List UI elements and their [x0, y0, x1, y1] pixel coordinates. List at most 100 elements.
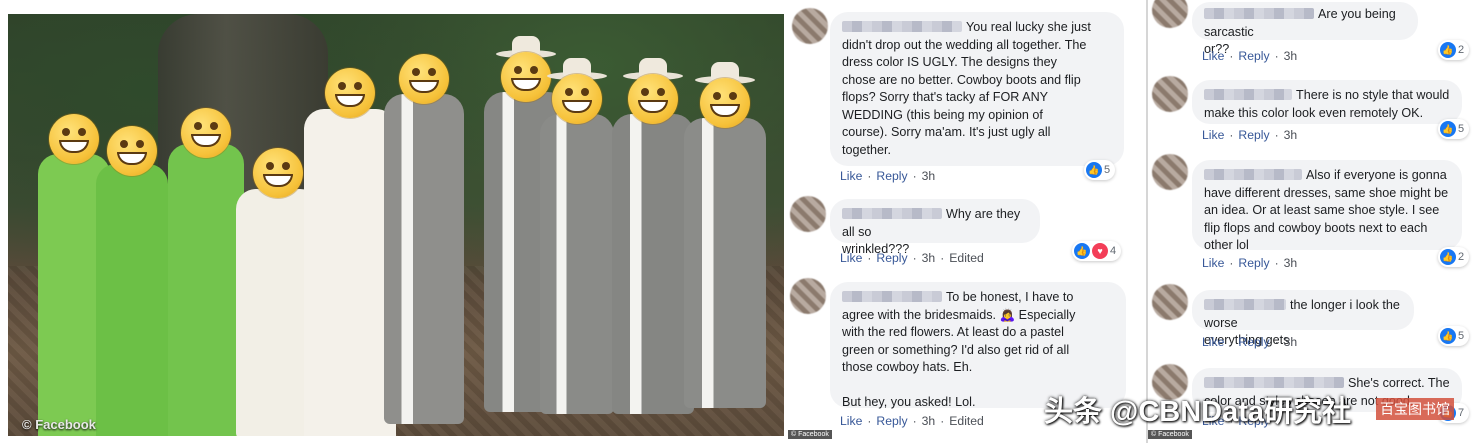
outfit	[684, 118, 766, 408]
outfit	[168, 144, 244, 436]
comment-actions: Like · Reply · 3h · Edited	[840, 414, 984, 428]
reply-link[interactable]: Reply	[1238, 335, 1269, 349]
reaction-count: 2	[1458, 44, 1465, 56]
grinning-emoji-icon	[700, 78, 750, 128]
facebook-credit: © Facebook	[1148, 430, 1192, 439]
reply-link[interactable]: Reply	[1238, 128, 1269, 142]
comment-time[interactable]: 3h	[1284, 256, 1298, 270]
reaction-summary[interactable]: 👍 5	[1084, 160, 1116, 180]
person-bridesmaid	[96, 14, 168, 436]
commenter-name-blurred[interactable]	[1204, 299, 1286, 310]
comment-text: Also if everyone is gonna have different…	[1204, 168, 1449, 252]
person-bridesmaid	[168, 14, 244, 436]
love-reaction-icon: ♥	[1092, 243, 1108, 259]
facebook-credit: © Facebook	[788, 430, 832, 439]
edited-label[interactable]: Edited	[949, 251, 984, 265]
comment-actions: Like · Reply · 3h	[840, 169, 936, 183]
reaction-summary[interactable]: 👍 2	[1438, 247, 1470, 267]
comment-time[interactable]: 3h	[922, 169, 936, 183]
like-reaction-icon: 👍	[1440, 121, 1456, 137]
comment-time[interactable]: 3h	[922, 251, 936, 265]
grinning-emoji-icon	[107, 126, 157, 176]
reaction-count: 4	[1110, 245, 1117, 257]
avatar[interactable]	[1152, 76, 1188, 112]
grinning-emoji-icon	[399, 54, 449, 104]
commenter-name-blurred[interactable]	[1204, 89, 1292, 100]
comment-time[interactable]: 3h	[1284, 128, 1298, 142]
comment-actions: Like · Reply · 3h	[1202, 49, 1298, 63]
grinning-emoji-icon	[253, 148, 303, 198]
comment-time[interactable]: 3h	[922, 414, 936, 428]
outfit	[540, 114, 614, 414]
like-link[interactable]: Like	[840, 169, 862, 183]
comment-time[interactable]: 3h	[1284, 335, 1298, 349]
comment-bubble: Also if everyone is gonna have different…	[1192, 160, 1462, 252]
like-reaction-icon: 👍	[1440, 42, 1456, 58]
avatar[interactable]	[1152, 154, 1188, 190]
comment-actions: Like · Reply · 3h	[1202, 256, 1298, 270]
comment-bubble: the longer i look the worse everything g…	[1192, 290, 1414, 347]
grinning-emoji-icon	[552, 74, 602, 124]
reaction-count: 5	[1458, 123, 1465, 135]
like-link[interactable]: Like	[1202, 335, 1224, 349]
like-reaction-icon: 👍	[1440, 249, 1456, 265]
reaction-summary[interactable]: 👍 ♥ 4	[1072, 241, 1122, 261]
comment-actions: Like · Reply · 3h	[1202, 335, 1298, 349]
comment-text: To be honest, I have to agree with the b…	[842, 290, 1076, 409]
wedding-photo: © Facebook	[8, 14, 784, 436]
reaction-count: 7	[1458, 407, 1465, 419]
comment-text: You real lucky she just didn't drop out …	[842, 20, 1091, 157]
reply-link[interactable]: Reply	[1238, 256, 1269, 270]
toutiao-watermark: 头条 @CBNData研究社	[1044, 396, 1352, 428]
commenter-name-blurred[interactable]	[842, 291, 942, 302]
comment-bubble: Why are they all so wrinkled???	[830, 199, 1040, 256]
reply-link[interactable]: Reply	[876, 251, 907, 265]
reply-link[interactable]: Reply	[1238, 49, 1269, 63]
commenter-name-blurred[interactable]	[1204, 8, 1314, 19]
reaction-count: 5	[1458, 330, 1465, 342]
like-link[interactable]: Like	[840, 251, 862, 265]
avatar[interactable]	[790, 278, 826, 314]
commenter-name-blurred[interactable]	[1204, 377, 1344, 388]
like-link[interactable]: Like	[1202, 49, 1224, 63]
outfit	[304, 109, 396, 436]
reaction-summary[interactable]: 👍 5	[1438, 119, 1470, 139]
facebook-watermark: © Facebook	[22, 417, 96, 432]
reply-link[interactable]: Reply	[876, 414, 907, 428]
like-link[interactable]: Like	[1202, 128, 1224, 142]
outfit	[612, 114, 694, 414]
panel-divider	[1146, 0, 1148, 443]
reaction-summary[interactable]: 👍 5	[1438, 326, 1470, 346]
avatar[interactable]	[1152, 284, 1188, 320]
comments-panel-left: You real lucky she just didn't drop out …	[786, 0, 1132, 443]
site-watermark: 百宝图书馆	[1376, 398, 1454, 420]
avatar[interactable]	[1152, 0, 1188, 28]
comment-bubble: There is no style that would make this c…	[1192, 80, 1462, 124]
commenter-name-blurred[interactable]	[842, 208, 942, 219]
outfit	[96, 164, 168, 436]
commenter-name-blurred[interactable]	[842, 21, 962, 32]
reaction-summary[interactable]: 👍 2	[1438, 40, 1470, 60]
comment-time[interactable]: 3h	[1284, 49, 1298, 63]
like-reaction-icon: 👍	[1440, 328, 1456, 344]
like-reaction-icon: 👍	[1086, 162, 1102, 178]
edited-label[interactable]: Edited	[949, 414, 984, 428]
comment-bubble: You real lucky she just didn't drop out …	[830, 12, 1124, 166]
like-link[interactable]: Like	[1202, 256, 1224, 270]
reply-link[interactable]: Reply	[876, 169, 907, 183]
outfit	[384, 94, 464, 424]
person-groomsman	[540, 14, 614, 436]
like-link[interactable]: Like	[840, 414, 862, 428]
comment-actions: Like · Reply · 3h	[1202, 128, 1298, 142]
person-bride	[304, 14, 396, 436]
reaction-count: 2	[1458, 251, 1465, 263]
reaction-count: 5	[1104, 164, 1111, 176]
person-groomsman	[612, 14, 694, 436]
avatar[interactable]	[792, 8, 828, 44]
grinning-emoji-icon	[181, 108, 231, 158]
commenter-name-blurred[interactable]	[1204, 169, 1302, 180]
like-reaction-icon: 👍	[1074, 243, 1090, 259]
comment-bubble: Are you being sarcastic or??	[1192, 2, 1418, 56]
avatar[interactable]	[790, 196, 826, 232]
person-groom	[384, 14, 464, 436]
